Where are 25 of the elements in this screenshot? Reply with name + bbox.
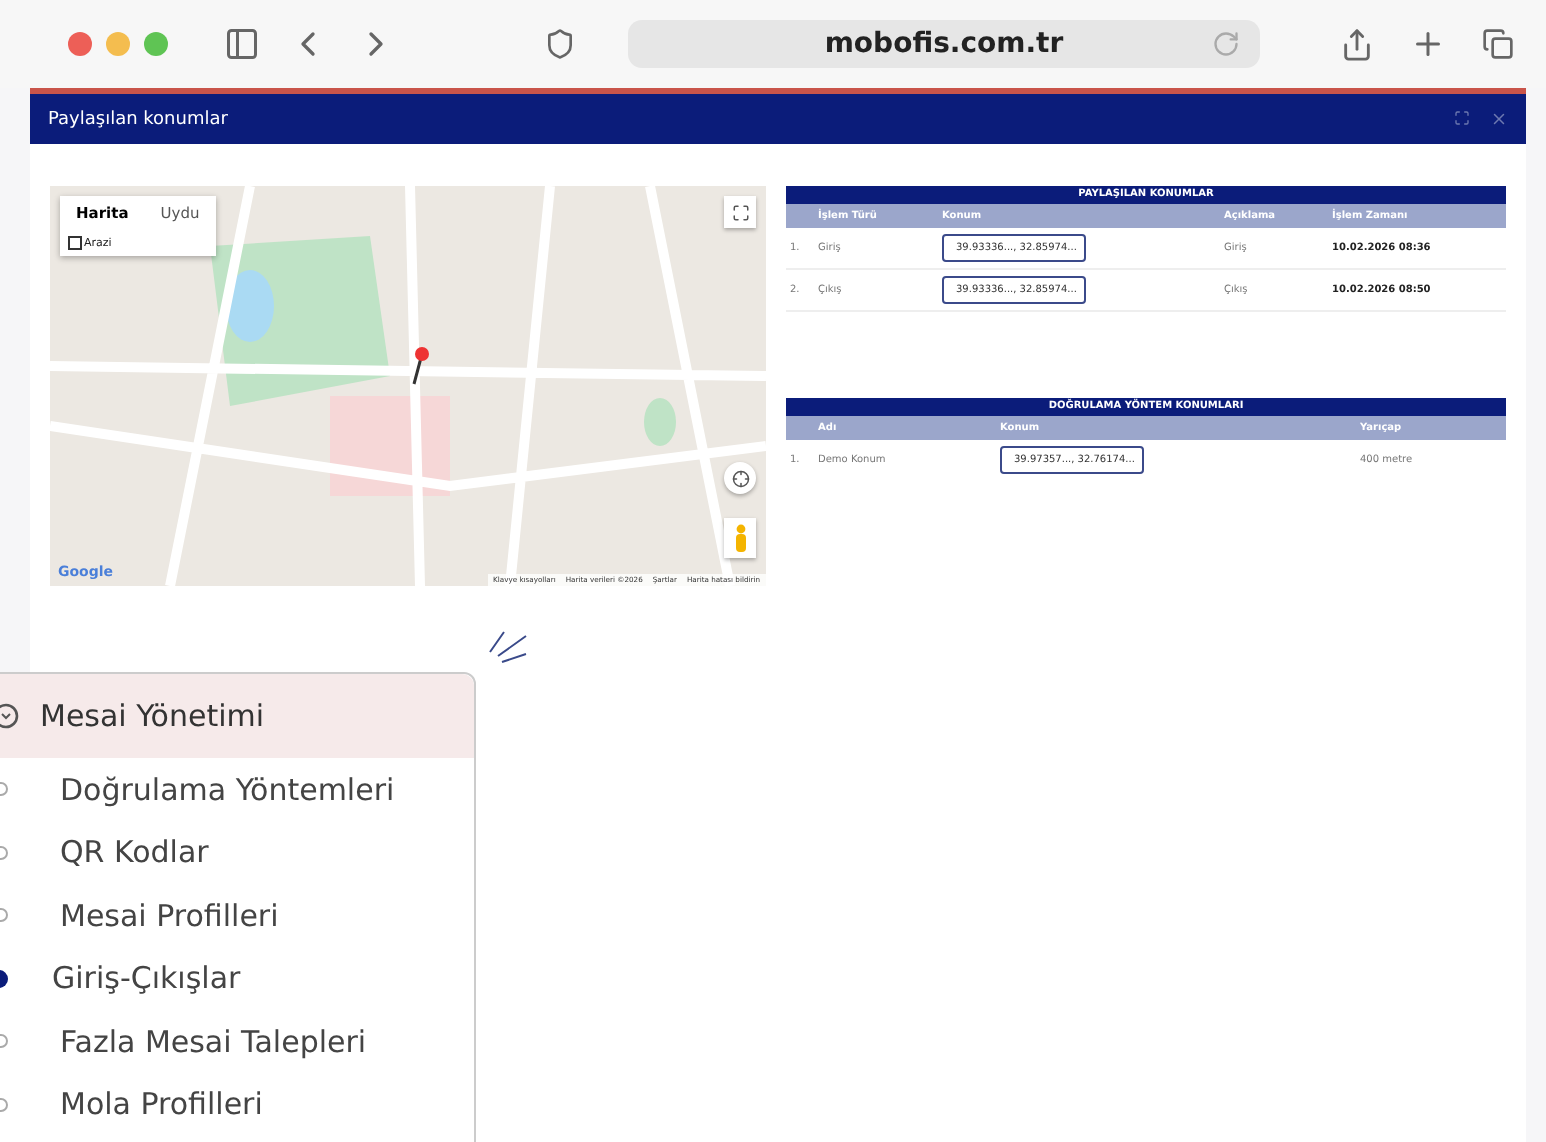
locate-button[interactable] — [724, 462, 756, 494]
menu-item[interactable]: Fazla Mesai Talepleri — [0, 1010, 474, 1073]
menu-item[interactable]: Mola Profilleri — [0, 1073, 474, 1136]
sidebar-icon[interactable] — [224, 26, 260, 62]
crosshair-icon — [731, 469, 749, 487]
close-icon[interactable] — [1490, 110, 1508, 128]
tabs-icon[interactable] — [1482, 28, 1514, 60]
menu-item[interactable]: Mesai Profilleri — [0, 884, 474, 947]
menu-item[interactable]: Giriş-Çıkışlar — [0, 947, 474, 1010]
clock-icon — [0, 702, 20, 730]
menu-header[interactable]: Mesai Yönetimi — [0, 674, 474, 758]
maximize-icon[interactable] — [1454, 110, 1470, 128]
dialog-title: Paylaşılan konumlar — [48, 109, 228, 129]
map-pin-icon — [410, 346, 430, 386]
shield-icon[interactable] — [544, 28, 576, 60]
address-field[interactable]: mobofis.com.tr — [628, 20, 1260, 68]
fullscreen-icon — [731, 203, 749, 221]
close-window-button[interactable] — [68, 32, 92, 56]
sparkle-drawing — [486, 628, 530, 664]
new-tab-icon[interactable] — [1410, 26, 1446, 62]
share-icon[interactable] — [1340, 27, 1374, 61]
menu-item[interactable]: QR Kodlar — [0, 821, 474, 884]
menu-item[interactable]: Doğrulama Yöntemleri — [0, 758, 474, 821]
person-icon — [733, 524, 747, 552]
fullscreen-button[interactable] — [724, 196, 756, 228]
